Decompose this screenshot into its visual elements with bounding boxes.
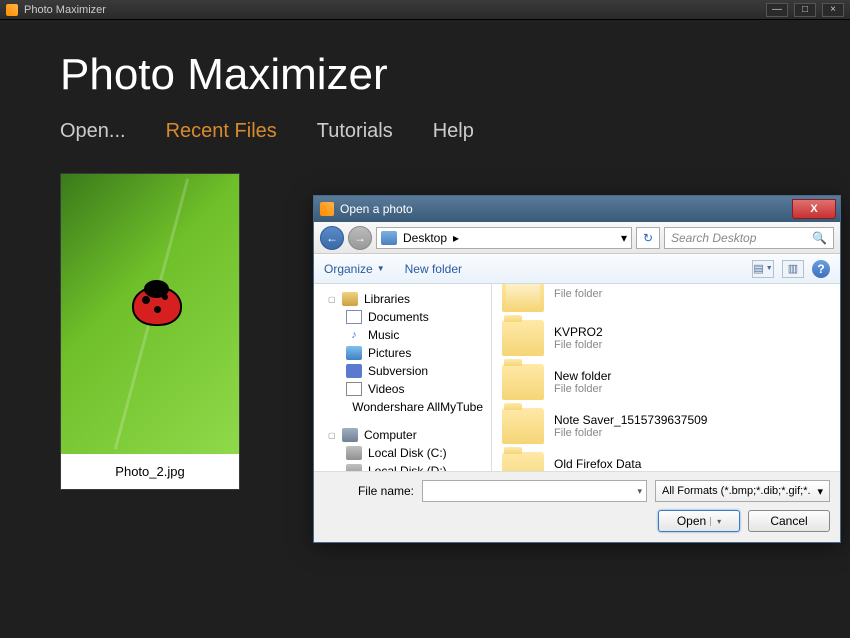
- preview-pane-button[interactable]: ▥: [782, 260, 804, 278]
- dialog-footer: File name: ▾ All Formats (*.bmp;*.dib;*.…: [314, 471, 840, 542]
- pictures-icon: [346, 346, 362, 360]
- app-icon: [6, 4, 18, 16]
- libraries-icon: [342, 292, 358, 306]
- dialog-toolbar: Organize ▼ New folder ▤▼ ▥ ?: [314, 254, 840, 284]
- list-item[interactable]: KVPRO2File folder: [500, 316, 832, 360]
- desktop-icon: [381, 231, 397, 245]
- tree-computer[interactable]: ▢Computer: [318, 426, 487, 444]
- dialog-app-icon: [320, 202, 334, 216]
- menu-tutorials[interactable]: Tutorials: [317, 120, 393, 143]
- view-mode-button[interactable]: ▤▼: [752, 260, 774, 278]
- list-item[interactable]: Old Firefox DataFile folder: [500, 448, 832, 471]
- documents-icon: [346, 310, 362, 324]
- dialog-nav-bar: ← → Desktop ▸ ▾ ↻ Search Desktop 🔍: [314, 222, 840, 254]
- cancel-button[interactable]: Cancel: [748, 510, 830, 532]
- close-window-button[interactable]: ×: [822, 3, 844, 17]
- dialog-titlebar: Open a photo X: [314, 196, 840, 222]
- subversion-icon: [346, 364, 362, 378]
- tree-documents[interactable]: Documents: [318, 308, 487, 326]
- ladybug-icon: [132, 286, 182, 326]
- tree-music[interactable]: ♪Music: [318, 326, 487, 344]
- tree-disk-c[interactable]: Local Disk (C:): [318, 444, 487, 462]
- main-menu: Open... Recent Files Tutorials Help: [60, 120, 790, 143]
- dialog-body: ▢Libraries Documents ♪Music Pictures Sub…: [314, 284, 840, 471]
- tree-wondershare[interactable]: Wondershare AllMyTube: [318, 398, 487, 416]
- open-file-dialog: Open a photo X ← → Desktop ▸ ▾ ↻ Search …: [313, 195, 841, 543]
- folder-icon: [502, 452, 544, 471]
- window-title: Photo Maximizer: [24, 4, 766, 16]
- help-button[interactable]: ?: [812, 260, 830, 278]
- tree-videos[interactable]: Videos: [318, 380, 487, 398]
- nav-forward-button[interactable]: →: [348, 226, 372, 250]
- tree-pictures[interactable]: Pictures: [318, 344, 487, 362]
- file-list: File folder KVPRO2File folder New folder…: [492, 284, 840, 471]
- breadcrumb-arrow-icon: ▸: [453, 231, 459, 245]
- tree-disk-d[interactable]: Local Disk (D:): [318, 462, 487, 471]
- menu-recent-files[interactable]: Recent Files: [166, 120, 277, 143]
- maximize-button[interactable]: □: [794, 3, 816, 17]
- dialog-close-button[interactable]: X: [792, 199, 836, 219]
- computer-icon: [342, 428, 358, 442]
- minimize-button[interactable]: —: [766, 3, 788, 17]
- menu-open[interactable]: Open...: [60, 120, 126, 143]
- list-item[interactable]: Note Saver_1515739637509File folder: [500, 404, 832, 448]
- app-title: Photo Maximizer: [60, 50, 790, 100]
- chevron-down-icon: ▼: [377, 264, 385, 273]
- music-icon: ♪: [346, 328, 362, 342]
- organize-button[interactable]: Organize ▼: [324, 262, 385, 276]
- thumbnail-label: Photo_2.jpg: [61, 454, 239, 489]
- filename-label: File name:: [324, 484, 414, 498]
- open-button[interactable]: Open ▾: [658, 510, 740, 532]
- new-folder-button[interactable]: New folder: [405, 262, 462, 276]
- tree-libraries[interactable]: ▢Libraries: [318, 290, 487, 308]
- list-item[interactable]: File folder: [500, 284, 832, 316]
- recent-file-thumbnail[interactable]: Photo_2.jpg: [60, 173, 240, 490]
- refresh-button[interactable]: ↻: [636, 227, 660, 249]
- file-format-select[interactable]: All Formats (*.bmp;*.dib;*.gif;*. ▾: [655, 480, 830, 502]
- split-button-arrow-icon[interactable]: ▾: [710, 517, 721, 526]
- list-item[interactable]: New folderFile folder: [500, 360, 832, 404]
- breadcrumb[interactable]: Desktop ▸ ▾: [376, 227, 632, 249]
- folder-icon: [502, 408, 544, 444]
- tree-subversion[interactable]: Subversion: [318, 362, 487, 380]
- dialog-title: Open a photo: [340, 202, 792, 216]
- search-input[interactable]: Search Desktop 🔍: [664, 227, 834, 249]
- disk-icon: [346, 446, 362, 460]
- breadcrumb-dropdown-icon[interactable]: ▾: [621, 231, 627, 245]
- breadcrumb-text: Desktop: [403, 231, 447, 245]
- search-icon: 🔍: [812, 231, 827, 245]
- filename-input[interactable]: ▾: [422, 480, 647, 502]
- disk-icon: [346, 464, 362, 471]
- folder-icon: [502, 364, 544, 400]
- videos-icon: [346, 382, 362, 396]
- menu-help[interactable]: Help: [433, 120, 474, 143]
- folder-icon: [502, 320, 544, 356]
- search-placeholder: Search Desktop: [671, 231, 756, 245]
- chevron-down-icon[interactable]: ▾: [637, 486, 642, 497]
- folder-icon: [502, 284, 544, 312]
- chevron-down-icon: ▾: [817, 485, 823, 498]
- navigation-tree: ▢Libraries Documents ♪Music Pictures Sub…: [314, 284, 492, 471]
- thumbnail-image: [61, 174, 239, 454]
- main-window-titlebar: Photo Maximizer — □ ×: [0, 0, 850, 20]
- nav-back-button[interactable]: ←: [320, 226, 344, 250]
